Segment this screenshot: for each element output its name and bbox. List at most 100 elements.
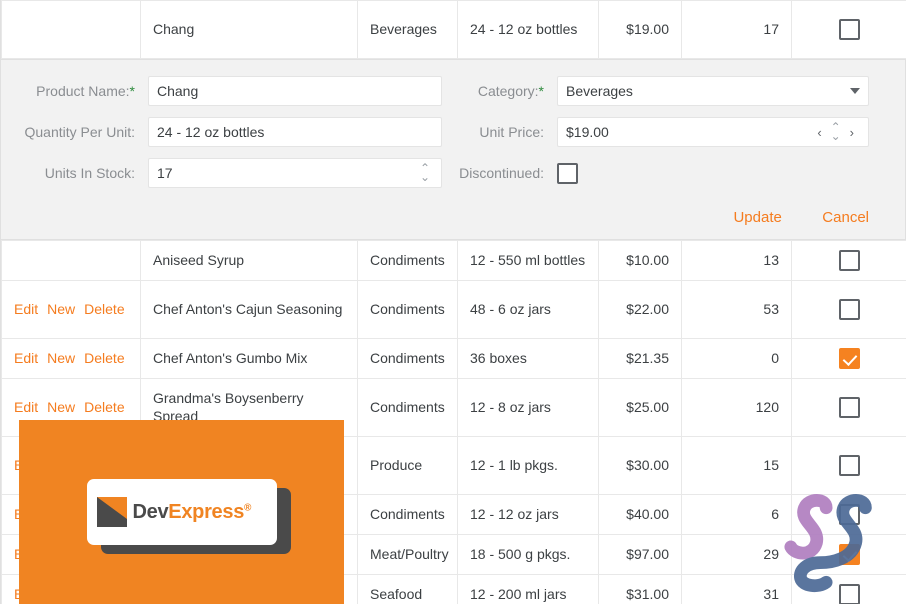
cell-unit-price-text: $97.00 xyxy=(626,546,669,563)
new-link[interactable]: New xyxy=(47,301,75,317)
discontinued-checkbox[interactable] xyxy=(839,397,860,418)
cell-quantity-per-unit-text: 12 - 12 oz jars xyxy=(470,506,559,523)
units-in-stock-input[interactable]: 17 ⌃ ⌄ xyxy=(148,158,442,188)
cell-product-name: Aniseed Syrup xyxy=(140,240,358,281)
edit-link[interactable]: Edit xyxy=(14,350,38,366)
new-link[interactable]: New xyxy=(47,399,75,415)
cell-units-in-stock-text: 13 xyxy=(763,252,779,269)
cell-quantity-per-unit: 48 - 6 oz jars xyxy=(457,280,599,339)
cell-commands xyxy=(1,0,141,59)
discontinued-checkbox[interactable] xyxy=(839,544,860,565)
chevron-left-icon[interactable]: ‹ xyxy=(811,125,827,140)
edit-link[interactable]: Edit xyxy=(14,301,38,317)
discontinued-checkbox[interactable] xyxy=(839,19,860,40)
product-name-value: Chang xyxy=(157,83,199,99)
cell-quantity-per-unit: 12 - 200 ml jars xyxy=(457,574,599,604)
cell-units-in-stock: 6 xyxy=(681,494,792,535)
cell-discontinued xyxy=(791,240,906,281)
units-in-stock-stepper[interactable]: ⌃ ⌄ xyxy=(417,161,433,183)
chevron-down-icon[interactable] xyxy=(850,88,860,94)
cell-discontinued xyxy=(791,378,906,437)
cell-units-in-stock: 120 xyxy=(681,378,792,437)
cancel-button[interactable]: Cancel xyxy=(822,209,869,226)
cell-units-in-stock-text: 29 xyxy=(763,546,779,563)
cell-units-in-stock: 13 xyxy=(681,240,792,281)
devexpress-logo-card: DevExpress® xyxy=(86,479,277,545)
cell-category: Condiments xyxy=(357,280,458,339)
cell-category: Produce xyxy=(357,436,458,495)
delete-link[interactable]: Delete xyxy=(84,399,124,415)
table-row-edited[interactable]: Chang Beverages 24 - 12 oz bottles $19.0… xyxy=(1,0,906,59)
cell-quantity-per-unit: 12 - 8 oz jars xyxy=(457,378,599,437)
cell-unit-price-text: $21.35 xyxy=(626,350,669,367)
spinner-down-icon[interactable]: ⌄ xyxy=(420,171,430,183)
table-row[interactable]: Aniseed Syrup Condiments 12 - 550 ml bottl… xyxy=(1,240,906,281)
product-grid-root: Chang Beverages 24 - 12 oz bottles $19.0… xyxy=(0,0,906,604)
devexpress-registered-mark: ® xyxy=(244,501,252,513)
cell-category: Condiments xyxy=(357,240,458,281)
cell-quantity-per-unit-text: 12 - 1 lb pkgs. xyxy=(470,457,558,474)
cell-discontinued xyxy=(791,280,906,339)
cell-quantity-per-unit: 12 - 550 ml bottles xyxy=(457,240,599,281)
discontinued-checkbox[interactable] xyxy=(839,455,860,476)
devexpress-logo-text: DevExpress® xyxy=(133,501,252,524)
chevron-right-icon[interactable]: › xyxy=(844,125,860,140)
discontinued-checkbox-form[interactable] xyxy=(557,162,578,184)
unit-price-input[interactable]: $19.00 ‹ ⌃ ⌄ › xyxy=(557,117,869,147)
cell-unit-price-text: $22.00 xyxy=(626,301,669,318)
cell-unit-price-text: $40.00 xyxy=(626,506,669,523)
cell-unit-price: $19.00 xyxy=(598,0,682,59)
quantity-per-unit-value: 24 - 12 oz bottles xyxy=(157,124,265,140)
label-product-name: Product Name:* xyxy=(1,83,148,99)
field-discontinued xyxy=(557,162,869,184)
cell-discontinued xyxy=(791,0,906,59)
required-marker-category: * xyxy=(538,83,544,99)
product-name-input[interactable]: Chang xyxy=(148,76,442,106)
discontinued-checkbox[interactable] xyxy=(839,348,860,369)
cell-category: Condiments xyxy=(357,494,458,535)
discontinued-checkbox[interactable] xyxy=(839,504,860,525)
edit-form-fields: Product Name:* Chang Category:* Beverage… xyxy=(1,76,905,188)
cell-category-text: Seafood xyxy=(370,586,423,603)
unit-price-value: $19.00 xyxy=(566,124,609,140)
cell-quantity-per-unit: 24 - 12 oz bottles xyxy=(457,0,599,59)
cell-category-text: Meat/Poultry xyxy=(370,546,449,563)
table-row[interactable]: Edit New Delete Chef Anton's Gumbo Mix Condi… xyxy=(1,338,906,379)
discontinued-checkbox[interactable] xyxy=(839,250,860,271)
spinner-down-icon[interactable]: ⌄ xyxy=(831,130,841,142)
cell-product-name: Chef Anton's Gumbo Mix xyxy=(140,338,358,379)
inline-edit-form: Product Name:* Chang Category:* Beverage… xyxy=(1,59,905,240)
label-discontinued: Discontinued: xyxy=(459,165,544,181)
cell-category: Meat/Poultry xyxy=(357,534,458,575)
cell-unit-price: $30.00 xyxy=(598,436,682,495)
cell-unit-price: $25.00 xyxy=(598,378,682,437)
cell-unit-price: $31.00 xyxy=(598,574,682,604)
discontinued-checkbox[interactable] xyxy=(839,584,860,604)
new-link[interactable]: New xyxy=(47,350,75,366)
cell-quantity-per-unit-text: 12 - 550 ml bottles xyxy=(470,252,586,269)
devexpress-mark-icon xyxy=(96,497,127,527)
cell-units-in-stock-text: 31 xyxy=(763,586,779,603)
cell-units-in-stock-text: 0 xyxy=(771,350,779,367)
cell-unit-price: $22.00 xyxy=(598,280,682,339)
edit-link[interactable]: Edit xyxy=(14,399,38,415)
label-product-name-text: Product Name: xyxy=(36,83,130,99)
quantity-per-unit-input[interactable]: 24 - 12 oz bottles xyxy=(148,117,442,147)
unit-price-stepper[interactable]: ⌃ ⌄ xyxy=(828,120,844,142)
cell-unit-price-text: $31.00 xyxy=(626,586,669,603)
table-row[interactable]: Edit New Delete Chef Anton's Cajun Seasonin… xyxy=(1,280,906,339)
delete-link[interactable]: Delete xyxy=(84,301,124,317)
cell-quantity-per-unit-text: 48 - 6 oz jars xyxy=(470,301,551,318)
cell-discontinued xyxy=(791,534,906,575)
delete-link[interactable]: Delete xyxy=(84,350,124,366)
cell-units-in-stock-text: 15 xyxy=(763,457,779,474)
cell-unit-price: $10.00 xyxy=(598,240,682,281)
discontinued-checkbox[interactable] xyxy=(839,299,860,320)
cell-commands: Edit New Delete xyxy=(1,338,141,379)
label-category-text: Category: xyxy=(477,83,539,99)
cell-commands xyxy=(1,240,141,281)
category-select[interactable]: Beverages xyxy=(557,76,869,106)
update-button[interactable]: Update xyxy=(733,209,781,226)
cell-unit-price-text: $10.00 xyxy=(626,252,669,269)
cell-units-in-stock: 29 xyxy=(681,534,792,575)
